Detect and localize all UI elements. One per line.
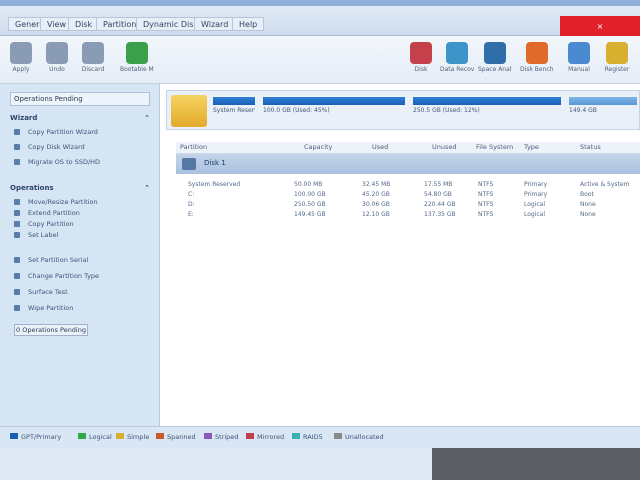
bootable-media-button[interactable]: Bootable Media — [120, 40, 154, 80]
serial-icon — [14, 257, 20, 263]
sidebar-item-surface-test[interactable]: Surface Test — [14, 288, 154, 299]
menu-wizard[interactable]: Wizard — [194, 17, 236, 31]
partition-block-e[interactable]: 149.4 GB — [569, 97, 637, 127]
partition-table: Partition Capacity Used Unused File Syst… — [176, 142, 640, 220]
legend-item: Logical — [78, 433, 112, 441]
menu-bar: General View Disk Partition Dynamic Disk… — [0, 6, 640, 38]
discard-icon — [82, 42, 104, 64]
partition-block-c[interactable]: 100.0 GB (Used: 45%) — [263, 97, 405, 127]
menu-help[interactable]: Help — [232, 17, 265, 31]
table-row[interactable]: System Reserved 50.00 MB 32.45 MB 17.55 … — [176, 180, 640, 190]
sidebar-item-wipe[interactable]: Wipe Partition — [14, 304, 154, 315]
space-analyzer-button[interactable]: Space Analyzer — [478, 40, 512, 80]
bootable-media-icon — [126, 42, 148, 64]
disk-map[interactable]: System Reserved 100.0 GB (Used: 45%) 250… — [166, 90, 640, 130]
sidebar-item-copy[interactable]: Copy Partition — [14, 220, 154, 231]
disk-benchmark-button[interactable]: Disk Benchmark — [520, 40, 554, 80]
undo-icon — [46, 42, 68, 64]
close-button[interactable]: × — [560, 16, 640, 38]
taskbar-tray — [432, 448, 640, 480]
wipe-icon — [14, 305, 20, 311]
operations-selector[interactable]: Operations Pending — [10, 92, 150, 106]
legend-swatch — [116, 433, 124, 439]
partition-block-system[interactable]: System Reserved — [213, 97, 255, 127]
copy-icon — [14, 129, 20, 135]
wizard-section-header[interactable]: Wizard ⌃ — [10, 114, 150, 126]
type-icon — [14, 273, 20, 279]
manual-icon — [568, 42, 590, 64]
register-icon — [606, 42, 628, 64]
legend-swatch — [334, 433, 342, 439]
data-recovery-button[interactable]: Data Recovery — [440, 40, 474, 80]
hard-disk-icon — [171, 95, 207, 127]
partition-block-d[interactable]: 250.5 GB (Used: 12%) — [413, 97, 561, 127]
apply-button[interactable]: Apply — [4, 40, 38, 80]
disk-button[interactable]: Disk — [404, 40, 438, 80]
migrate-icon — [14, 159, 20, 165]
pending-operations-button[interactable]: 0 Operations Pending — [14, 324, 88, 336]
discard-button[interactable]: Discard — [76, 40, 110, 80]
legend-swatch — [292, 433, 300, 439]
apply-icon — [10, 42, 32, 64]
resize-icon — [14, 199, 20, 205]
legend-swatch — [204, 433, 212, 439]
app-window: General View Disk Partition Dynamic Disk… — [0, 0, 640, 480]
manual-button[interactable]: Manual — [562, 40, 596, 80]
legend-swatch — [156, 433, 164, 439]
chevron-up-icon: ⌃ — [144, 114, 150, 122]
sidebar-item-move-resize[interactable]: Move/Resize Partition — [14, 198, 154, 209]
legend-swatch — [10, 433, 18, 439]
legend-item: RAID5 — [292, 433, 323, 441]
legend-swatch — [246, 433, 254, 439]
legend-item: GPT/Primary — [10, 433, 61, 441]
chevron-up-icon: ⌃ — [144, 184, 150, 192]
table-row[interactable]: D: 250.50 GB 30.06 GB 220.44 GB NTFS Log… — [176, 200, 640, 210]
menu-disk[interactable]: Disk — [68, 17, 100, 31]
disk-icon — [182, 158, 196, 170]
sidebar-item-copy-disk[interactable]: Copy Disk Wizard — [14, 143, 154, 154]
legend-item: Unallocated — [334, 433, 384, 441]
legend-item: Mirrored — [246, 433, 284, 441]
close-icon: × — [596, 22, 604, 31]
main-panel: System Reserved 100.0 GB (Used: 45%) 250… — [160, 84, 640, 426]
sidebar-item-migrate-os[interactable]: Migrate OS to SSD/HD — [14, 158, 154, 169]
disk-row[interactable]: Disk 1 — [176, 154, 640, 174]
undo-button[interactable]: Undo — [40, 40, 74, 80]
table-row[interactable]: C: 100.00 GB 45.20 GB 54.80 GB NTFS Prim… — [176, 190, 640, 200]
legend-item: Striped — [204, 433, 238, 441]
table-row[interactable]: E: 149.45 GB 12.10 GB 137.35 GB NTFS Log… — [176, 210, 640, 220]
sidebar-item-serial[interactable]: Set Partition Serial — [14, 256, 154, 267]
extend-icon — [14, 210, 20, 216]
toolbar: Apply Undo Discard Bootable Media Disk D… — [0, 36, 640, 84]
label-icon — [14, 232, 20, 238]
copy-disk-icon — [14, 144, 20, 150]
operations-section-header[interactable]: Operations ⌃ — [10, 184, 150, 196]
benchmark-icon — [526, 42, 548, 64]
register-button[interactable]: Register — [600, 40, 634, 80]
table-header: Partition Capacity Used Unused File Syst… — [176, 142, 640, 154]
legend-item: Simple — [116, 433, 149, 441]
sidebar-item-extend[interactable]: Extend Partition — [14, 209, 154, 220]
sidebar-item-change-type[interactable]: Change Partition Type — [14, 272, 154, 283]
legend-swatch — [78, 433, 86, 439]
legend-item: Spanned — [156, 433, 196, 441]
copy-icon — [14, 221, 20, 227]
disk-icon — [410, 42, 432, 64]
analyzer-icon — [484, 42, 506, 64]
sidebar-item-copy-partition[interactable]: Copy Partition Wizard — [14, 128, 154, 139]
recovery-icon — [446, 42, 468, 64]
legend-bar: GPT/Primary Logical Simple Spanned Strip… — [0, 426, 640, 448]
test-icon — [14, 289, 20, 295]
sidebar-item-set-label[interactable]: Set Label — [14, 231, 154, 242]
action-sidebar: Operations Pending Wizard ⌃ Copy Partitio… — [0, 84, 160, 426]
